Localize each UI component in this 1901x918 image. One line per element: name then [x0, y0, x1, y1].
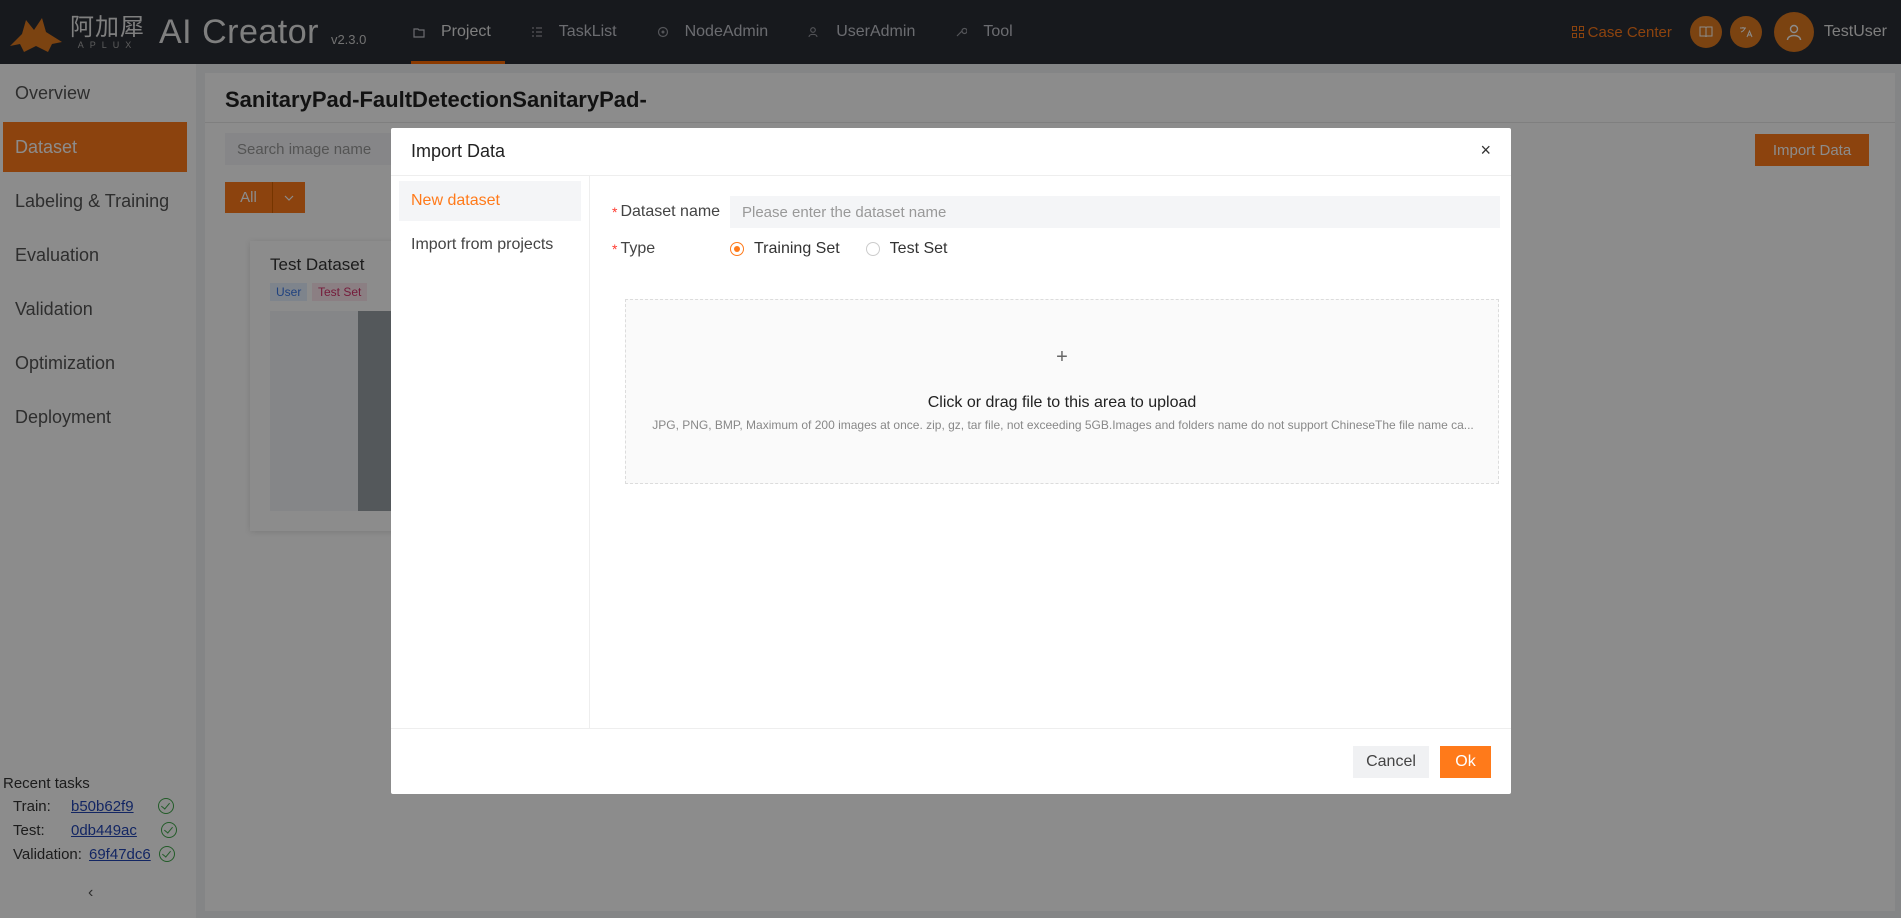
radio-test-set[interactable]: Test Set — [865, 240, 948, 258]
tab-import-from-projects[interactable]: Import from projects — [399, 225, 581, 265]
upload-title: Click or drag file to this area to uploa… — [927, 394, 1197, 411]
dataset-name-input[interactable]: Please enter the dataset name — [730, 196, 1500, 228]
radio-test-set-label: Test Set — [889, 240, 948, 257]
dataset-name-label-text: Dataset name — [620, 203, 721, 220]
upload-dropzone[interactable]: + Click or drag file to this area to upl… — [625, 299, 1499, 484]
radio-training-set[interactable]: Training Set — [730, 240, 840, 258]
radio-training-set-label: Training Set — [754, 240, 840, 257]
type-row: * Type Training Set Test Set — [612, 240, 973, 258]
type-label: * Type — [612, 240, 730, 258]
dialog-tab-list: New dataset Import from projects — [391, 176, 590, 728]
import-data-dialog: Import Data × New dataset Import from pr… — [391, 128, 1511, 794]
dialog-body: New dataset Import from projects * Datas… — [391, 176, 1511, 728]
required-mark: * — [612, 241, 618, 257]
dataset-name-row: * Dataset name Please enter the dataset … — [612, 196, 1500, 228]
dialog-header: Import Data × — [391, 128, 1511, 176]
radio-checked-icon — [730, 242, 744, 256]
plus-icon: + — [1056, 346, 1068, 368]
required-mark: * — [612, 204, 618, 220]
radio-unchecked-icon — [865, 242, 880, 256]
dataset-name-label: * Dataset name — [612, 203, 730, 221]
ok-button[interactable]: Ok — [1440, 746, 1491, 778]
dialog-title: Import Data — [411, 141, 506, 161]
upload-hint: JPG, PNG, BMP, Maximum of 200 images at … — [652, 418, 1474, 432]
close-icon[interactable]: × — [1480, 140, 1491, 161]
cancel-button[interactable]: Cancel — [1353, 746, 1429, 778]
dialog-footer: Cancel Ok — [391, 728, 1511, 794]
type-label-text: Type — [620, 240, 656, 257]
dialog-form: * Dataset name Please enter the dataset … — [590, 176, 1511, 728]
tab-new-dataset[interactable]: New dataset — [399, 181, 581, 221]
